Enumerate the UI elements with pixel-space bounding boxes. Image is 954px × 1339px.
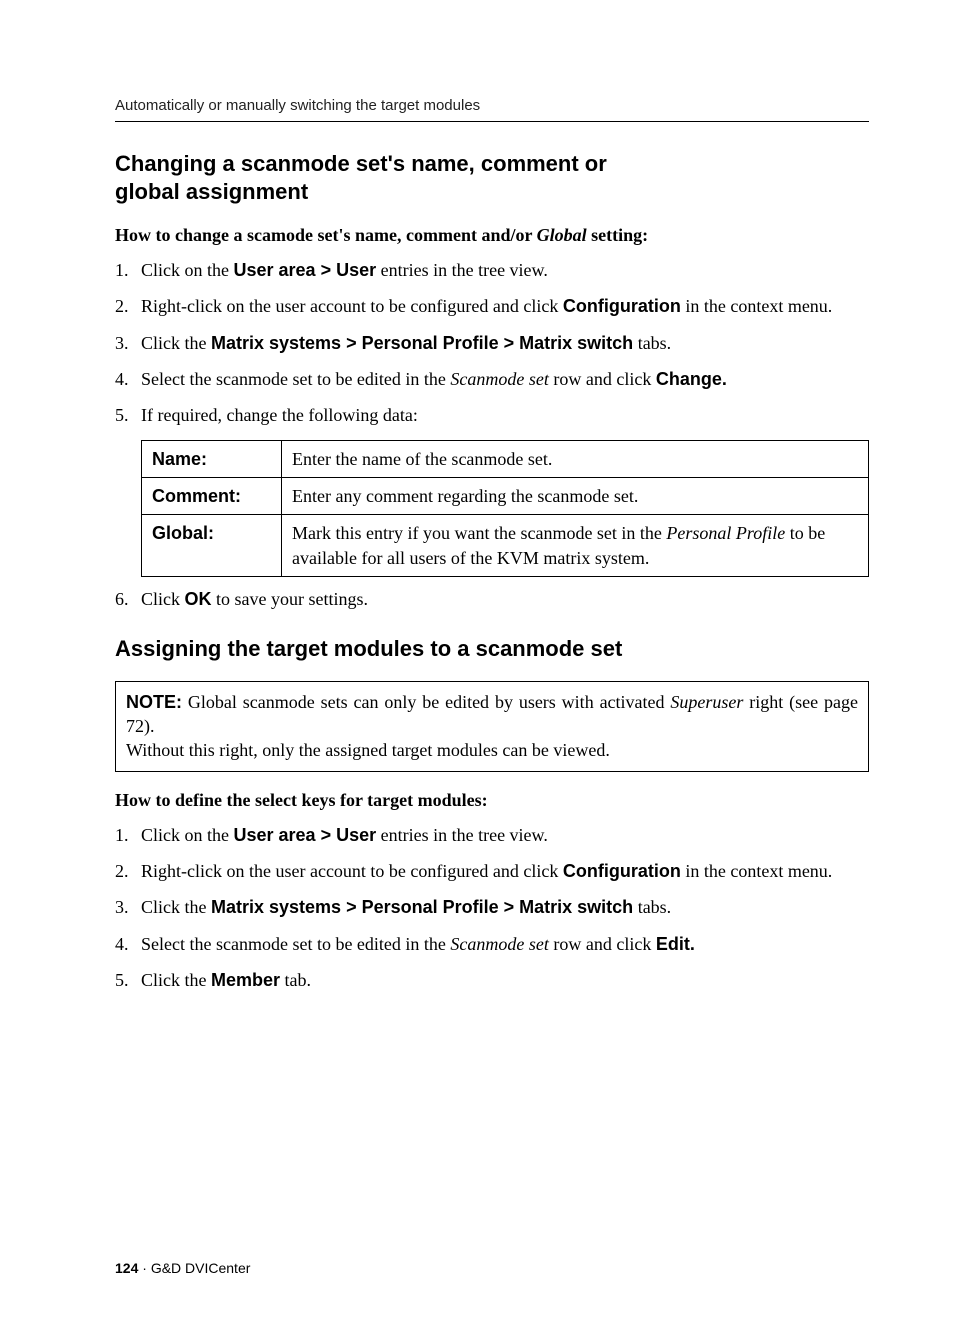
ui-path: Matrix systems > Personal Profile > Matr… [211, 333, 633, 353]
prop-value: Enter any comment regarding the scanmode… [282, 477, 869, 514]
step-num: 2. [115, 859, 129, 883]
howto1-suffix: setting: [587, 225, 649, 245]
steps-list-1: 1. Click on the User area > User entries… [115, 258, 869, 427]
text: Click the [141, 897, 211, 917]
ui-term: Configuration [563, 861, 681, 881]
ui-term: Configuration [563, 296, 681, 316]
text: If required, change the following data: [141, 405, 418, 425]
step-5: 5. If required, change the following dat… [115, 403, 869, 427]
heading-line-1: Changing a scanmode set's name, comment … [115, 151, 607, 176]
howto-heading-1: How to change a scamode set's name, comm… [115, 223, 869, 248]
step-num: 4. [115, 367, 129, 391]
prop-label: Name: [142, 440, 282, 477]
step-1: 1. Click on the User area > User entries… [115, 823, 869, 847]
step-6: 6. Click OK to save your settings. [115, 587, 869, 611]
ui-path: User area > User [234, 260, 377, 280]
ui-term: OK [185, 589, 212, 609]
text: entries in the tree view. [376, 825, 548, 845]
step-2: 2. Right-click on the user account to be… [115, 859, 869, 883]
ui-term: Member [211, 970, 280, 990]
ui-term: Edit. [656, 934, 695, 954]
footer-separator: · [138, 1260, 150, 1276]
howto-heading-2: How to define the select keys for target… [115, 788, 869, 813]
text: Right-click on the user account to be co… [141, 861, 563, 881]
text: tabs. [633, 897, 671, 917]
section-heading-1: Changing a scanmode set's name, comment … [115, 150, 869, 205]
ui-term-italic: Scanmode set [450, 369, 548, 389]
text: in the context menu. [681, 296, 832, 316]
text: tabs. [633, 333, 671, 353]
note-line-2: Without this right, only the assigned ta… [126, 738, 858, 762]
steps-list-1b: 6. Click OK to save your settings. [115, 587, 869, 611]
text-italic: Personal Profile [666, 523, 785, 543]
ui-term-italic: Scanmode set [450, 934, 548, 954]
howto1-global: Global [537, 225, 587, 245]
prop-value: Mark this entry if you want the scanmode… [282, 515, 869, 577]
howto1-prefix: How to change a scamode set's name, comm… [115, 225, 537, 245]
table-row: Comment: Enter any comment regarding the… [142, 477, 869, 514]
text: Global scanmode sets can only be edited … [182, 692, 670, 712]
step-3: 3. Click the Matrix systems > Personal P… [115, 895, 869, 919]
page-header: Automatically or manually switching the … [115, 95, 869, 122]
prop-value: Enter the name of the scanmode set. [282, 440, 869, 477]
step-num: 1. [115, 823, 129, 847]
step-2: 2. Right-click on the user account to be… [115, 294, 869, 318]
ui-term: Change. [656, 369, 727, 389]
step-num: 5. [115, 403, 129, 427]
text: Mark this entry if you want the scanmode… [292, 523, 666, 543]
text: Click the [141, 333, 211, 353]
step-5: 5. Click the Member tab. [115, 968, 869, 992]
page-header-text: Automatically or manually switching the … [115, 97, 480, 114]
page-number: 124 [115, 1260, 138, 1276]
ui-path: User area > User [234, 825, 377, 845]
text-italic: Superuser [670, 692, 743, 712]
step-num: 2. [115, 294, 129, 318]
prop-label: Global: [142, 515, 282, 577]
text: tab. [280, 970, 311, 990]
properties-table-wrap: Name: Enter the name of the scanmode set… [141, 440, 869, 577]
text: Select the scanmode set to be edited in … [141, 934, 450, 954]
ui-path: Matrix systems > Personal Profile > Matr… [211, 897, 633, 917]
properties-table: Name: Enter the name of the scanmode set… [141, 440, 869, 577]
step-num: 6. [115, 587, 129, 611]
step-num: 3. [115, 895, 129, 919]
section-heading-2: Assigning the target modules to a scanmo… [115, 635, 869, 663]
prop-label: Comment: [142, 477, 282, 514]
text: row and click [549, 934, 656, 954]
step-num: 3. [115, 331, 129, 355]
text: Click [141, 589, 185, 609]
page-footer: 124 · G&D DVICenter [115, 1259, 250, 1279]
text: in the context menu. [681, 861, 832, 881]
heading-text: Assigning the target modules to a scanmo… [115, 636, 622, 661]
text: Right-click on the user account to be co… [141, 296, 563, 316]
table-row: Name: Enter the name of the scanmode set… [142, 440, 869, 477]
note-label: NOTE: [126, 692, 182, 712]
text: to save your settings. [212, 589, 368, 609]
step-1: 1. Click on the User area > User entries… [115, 258, 869, 282]
step-4: 4. Select the scanmode set to be edited … [115, 367, 869, 391]
text: Click the [141, 970, 211, 990]
text: row and click [549, 369, 656, 389]
text: entries in the tree view. [376, 260, 548, 280]
step-num: 1. [115, 258, 129, 282]
footer-product: G&D DVICenter [151, 1260, 251, 1276]
step-num: 5. [115, 968, 129, 992]
steps-list-2: 1. Click on the User area > User entries… [115, 823, 869, 992]
step-4: 4. Select the scanmode set to be edited … [115, 932, 869, 956]
text: Click on the [141, 825, 234, 845]
text: Select the scanmode set to be edited in … [141, 369, 450, 389]
note-line-1: NOTE: Global scanmode sets can only be e… [126, 690, 858, 739]
step-3: 3. Click the Matrix systems > Personal P… [115, 331, 869, 355]
heading-line-2: global assignment [115, 179, 308, 204]
table-row: Global: Mark this entry if you want the … [142, 515, 869, 577]
note-box: NOTE: Global scanmode sets can only be e… [115, 681, 869, 772]
step-num: 4. [115, 932, 129, 956]
text: Click on the [141, 260, 234, 280]
